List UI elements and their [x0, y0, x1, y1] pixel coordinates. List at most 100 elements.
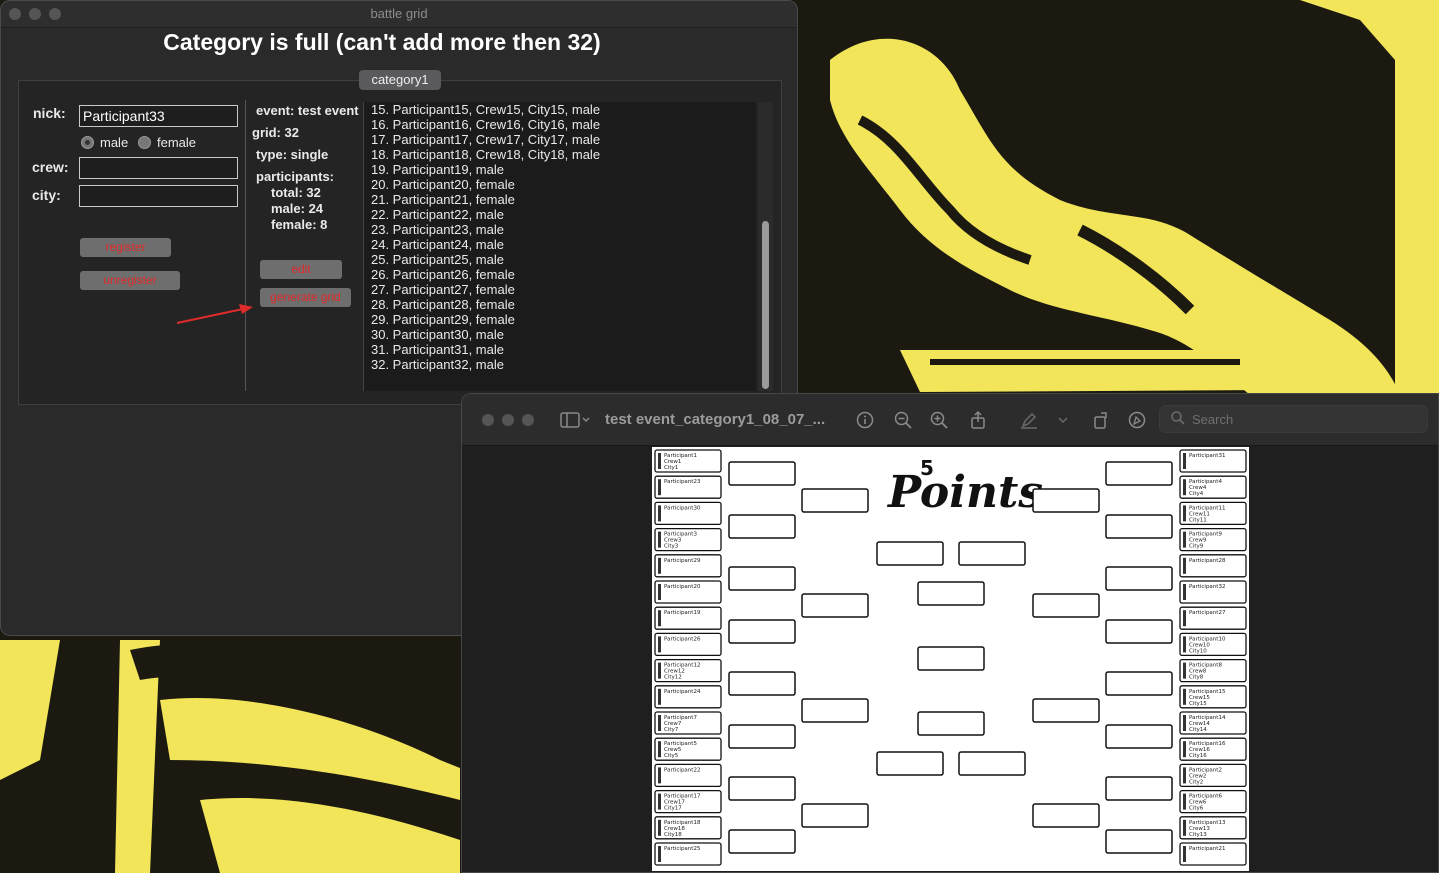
- highlight-icon[interactable]: [1019, 410, 1039, 430]
- title-bar[interactable]: battle grid: [1, 1, 797, 28]
- male-radio[interactable]: [81, 136, 94, 149]
- list-item[interactable]: 16. Participant16, Crew16, City16, male: [364, 117, 756, 132]
- bracket-entry: Participant32: [1179, 580, 1247, 604]
- person-icon: [1183, 767, 1186, 784]
- list-item[interactable]: 20. Participant20, female: [364, 177, 756, 192]
- search-input[interactable]: [1192, 412, 1412, 427]
- list-item[interactable]: 19. Participant19, male: [364, 162, 756, 177]
- rotate-icon[interactable]: [1091, 410, 1111, 430]
- person-icon: [1183, 636, 1186, 653]
- bracket-slot: [801, 593, 869, 618]
- person-icon: [1183, 662, 1186, 679]
- list-item[interactable]: 26. Participant26, female: [364, 267, 756, 282]
- bracket-slot: [1105, 461, 1173, 486]
- bracket-entry: Participant17Crew17City17: [654, 789, 722, 814]
- entry-city: City16: [1189, 753, 1207, 759]
- bracket-slot: [1105, 514, 1173, 539]
- male-radio-label: male: [100, 135, 129, 150]
- bracket-entry: Participant11Crew11City11: [1179, 501, 1247, 526]
- sidebar-icon[interactable]: [558, 410, 592, 430]
- person-icon: [658, 479, 661, 496]
- list-item[interactable]: 24. Participant24, male: [364, 237, 756, 252]
- bracket-slot: [917, 711, 985, 736]
- bracket-entry: Participant30: [654, 501, 722, 526]
- list-item[interactable]: 32. Participant32, male: [364, 357, 756, 372]
- list-item[interactable]: 31. Participant31, male: [364, 342, 756, 357]
- entry-city: City7: [664, 727, 679, 733]
- unregister-button[interactable]: unregister: [80, 271, 180, 290]
- bracket-slot: [876, 751, 944, 776]
- entry-name: Participant32: [1189, 584, 1225, 590]
- person-icon: [658, 662, 661, 679]
- info-icon[interactable]: [855, 410, 875, 430]
- event-info: event: test event: [256, 103, 359, 118]
- list-item[interactable]: 29. Participant29, female: [364, 312, 756, 327]
- entry-name: Participant24: [664, 689, 701, 695]
- search-icon: [1170, 410, 1186, 429]
- female-radio[interactable]: [138, 136, 151, 149]
- male-count: male: 24: [271, 201, 324, 216]
- bracket-entry: Participant29: [654, 554, 722, 578]
- list-scroll-thumb[interactable]: [762, 221, 769, 389]
- entry-name: Participant29: [664, 558, 701, 564]
- list-item[interactable]: 28. Participant28, female: [364, 297, 756, 312]
- list-item[interactable]: 18. Participant18, Crew18, City18, male: [364, 147, 756, 162]
- nick-input[interactable]: [79, 105, 238, 127]
- register-button[interactable]: register: [80, 238, 171, 257]
- list-item[interactable]: 21. Participant21, female: [364, 192, 756, 207]
- list-item[interactable]: 27. Participant27, female: [364, 282, 756, 297]
- bracket-entry: Participant15Crew15City15: [1179, 685, 1247, 709]
- person-icon: [658, 688, 661, 705]
- chevron-down-icon[interactable]: [1056, 410, 1070, 430]
- bracket-slot: [1105, 829, 1173, 854]
- zoom-in-icon[interactable]: [929, 410, 949, 430]
- person-icon: [1183, 610, 1186, 627]
- bracket-entry: Participant24: [654, 685, 722, 709]
- markup-icon[interactable]: [1127, 410, 1147, 430]
- participants-list[interactable]: 15. Participant15, Crew15, City15, male 1…: [363, 102, 756, 391]
- bracket-entry: Participant13Crew13City13: [1179, 816, 1247, 840]
- zoom-window-button[interactable]: [522, 414, 534, 426]
- bracket-slot: [958, 751, 1026, 776]
- preview-toolbar: test event_category1_08_07_...: [462, 394, 1438, 446]
- crew-input[interactable]: [79, 157, 238, 179]
- bracket-grid: 5 Points Participant1Crew1City1 Participa…: [654, 449, 1247, 866]
- generate-grid-button[interactable]: generate grid: [260, 288, 351, 307]
- person-icon: [1183, 819, 1186, 836]
- list-item[interactable]: 22. Participant22, male: [364, 207, 756, 222]
- bracket-entry: Participant23: [654, 475, 722, 499]
- share-icon[interactable]: [968, 410, 988, 430]
- list-item[interactable]: 17. Participant17, Crew17, City17, male: [364, 132, 756, 147]
- person-icon: [1183, 793, 1186, 810]
- bracket-entry: Participant20: [654, 580, 722, 604]
- person-icon: [658, 531, 661, 548]
- list-item[interactable]: 30. Participant30, male: [364, 327, 756, 342]
- city-input[interactable]: [79, 185, 238, 207]
- search-field[interactable]: [1159, 405, 1428, 433]
- person-icon: [658, 767, 661, 784]
- person-icon: [658, 453, 661, 469]
- edit-button[interactable]: edit: [260, 260, 342, 279]
- logo-text: Points: [886, 467, 1043, 518]
- entry-city: City18: [664, 832, 682, 838]
- entry-city: City6: [1189, 806, 1204, 812]
- list-item[interactable]: 23. Participant23, male: [364, 222, 756, 237]
- bracket-entry: Participant2Crew2City2: [1179, 763, 1247, 788]
- document-title: test event_category1_08_07_...: [605, 411, 826, 428]
- female-radio-label: female: [157, 135, 197, 150]
- bracket-slot: [801, 803, 869, 828]
- bracket-page: 5 Points Participant1 Crew1 City1 Participa…: [652, 447, 1249, 871]
- close-window-button[interactable]: [482, 414, 494, 426]
- bracket-slot: [958, 541, 1026, 566]
- bracket-entry: Participant4Crew4City4: [1179, 475, 1247, 499]
- zoom-out-icon[interactable]: [893, 410, 913, 430]
- list-item[interactable]: 15. Participant15, Crew15, City15, male: [364, 102, 756, 117]
- bracket-slot: [728, 724, 796, 749]
- minimize-window-button[interactable]: [502, 414, 514, 426]
- person-icon: [658, 846, 661, 862]
- bracket-entry: Participant16Crew16City16: [1179, 737, 1247, 761]
- tab-category1[interactable]: category1: [359, 70, 441, 90]
- list-item[interactable]: 25. Participant25, male: [364, 252, 756, 267]
- entry-name: Participant30: [664, 505, 701, 511]
- bracket-entry: Participant12Crew12City12: [654, 658, 722, 683]
